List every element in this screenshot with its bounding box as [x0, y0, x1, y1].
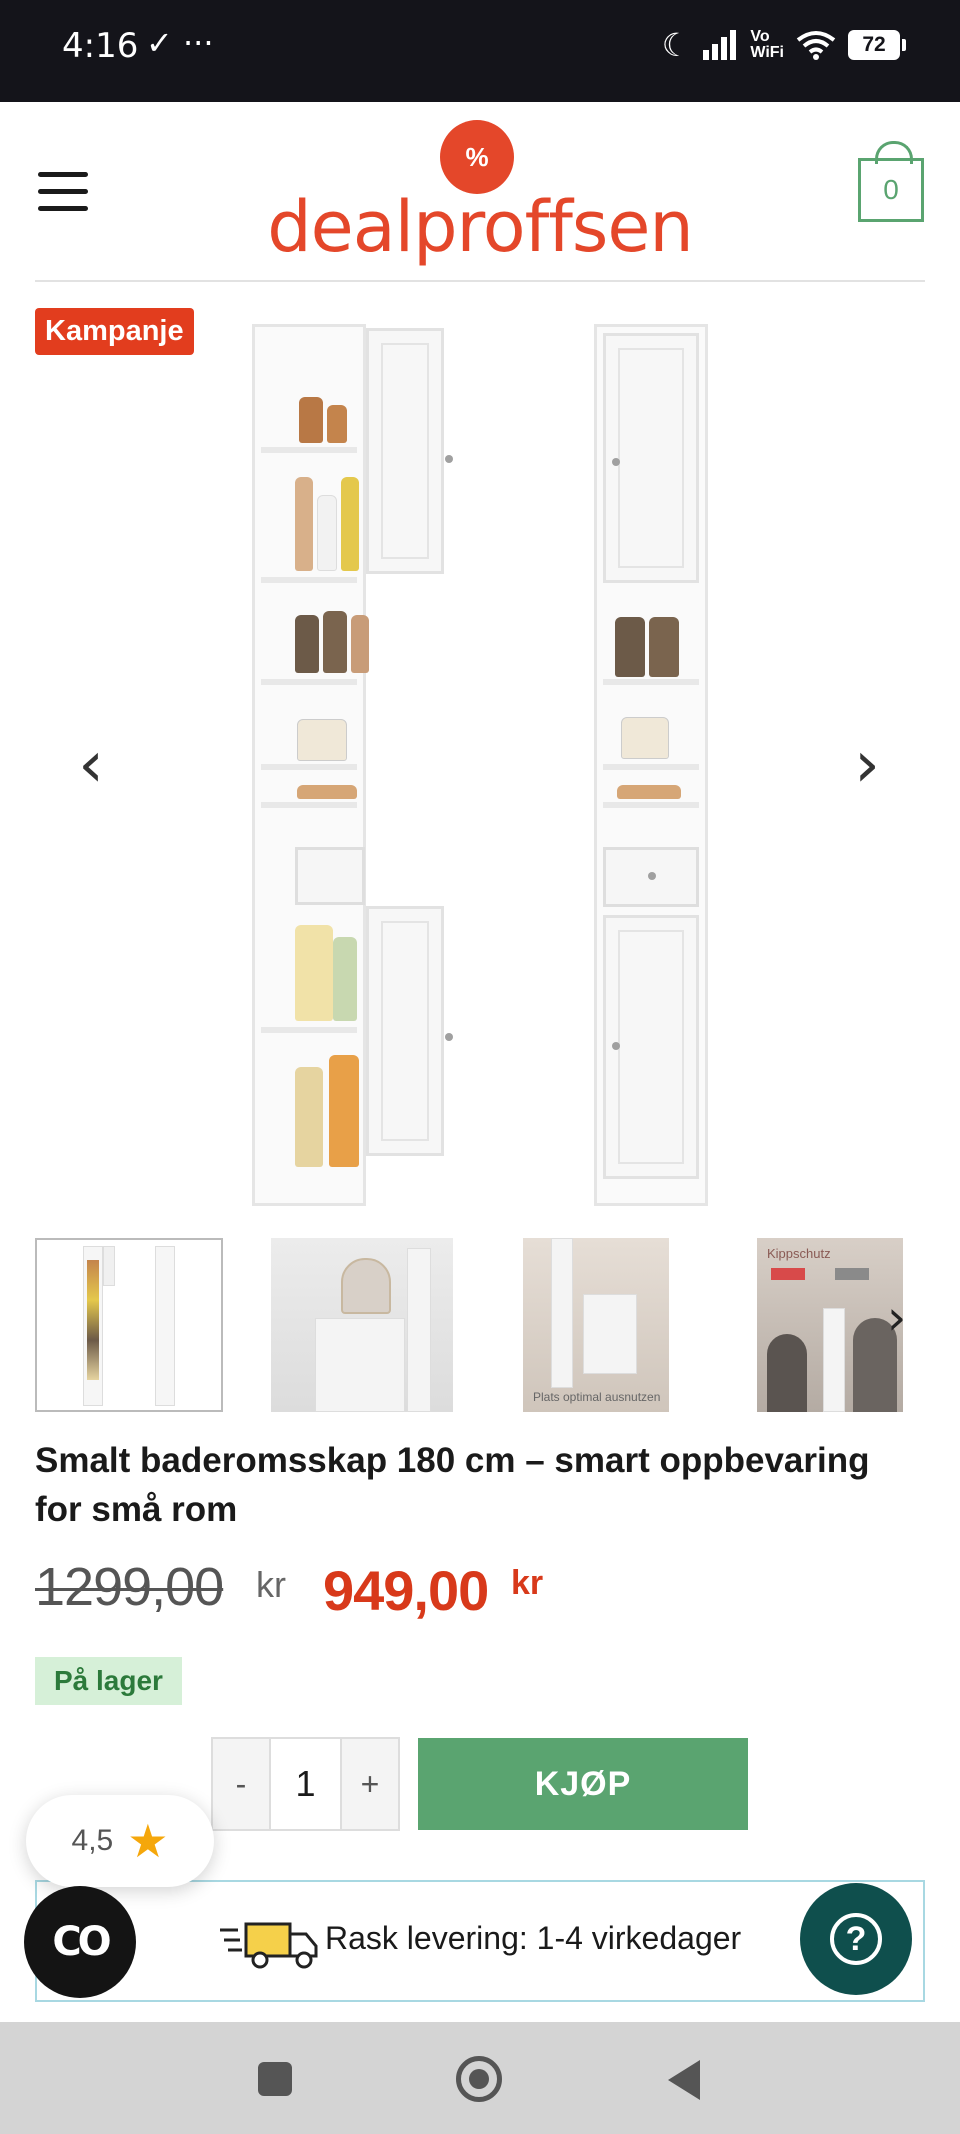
logo-text: dealproffsen [267, 186, 694, 268]
notification-icons: ✓ ··· [146, 24, 214, 62]
vowifi-icon: Vo WiFi [750, 28, 784, 61]
cart-count: 0 [883, 174, 899, 205]
signal-icon [703, 30, 737, 60]
co-widget-button[interactable]: CO [24, 1886, 136, 1998]
logo-tag-icon: % [440, 120, 514, 194]
thumbnail-strip: Plats optimal ausnutzen Kippschutz › [35, 1238, 925, 1414]
system-navigation-bar [0, 2022, 960, 2134]
old-price-currency: kr [256, 1564, 286, 1605]
quantity-input[interactable]: 1 [269, 1739, 342, 1829]
co-logo-icon: CO [52, 1919, 111, 1965]
logo[interactable]: % dealproffsen [264, 120, 696, 280]
sale-price-currency: kr [511, 1564, 544, 1602]
question-icon: ? [830, 1913, 882, 1965]
divider [35, 280, 925, 282]
stock-badge: På lager [35, 1657, 182, 1705]
back-icon[interactable] [668, 2060, 700, 2100]
rating-widget[interactable]: 4,5 ★ [26, 1795, 214, 1887]
delivery-text: Rask levering: 1-4 virkedager [325, 1920, 742, 1956]
battery-icon: 72 [848, 30, 906, 60]
menu-icon[interactable] [38, 172, 88, 212]
old-price: 1299,00 [35, 1557, 224, 1617]
quantity-stepper: - 1 + [211, 1737, 400, 1831]
status-icons: ☾ Vo WiFi 72 [661, 26, 906, 64]
increase-quantity-button[interactable]: + [342, 1739, 398, 1829]
delivery-info: Rask levering: 1-4 virkedager [35, 1880, 925, 2002]
decrease-quantity-button[interactable]: - [213, 1739, 269, 1829]
home-icon[interactable] [456, 2056, 502, 2102]
buy-button[interactable]: KJØP [418, 1738, 748, 1830]
product-title: Smalt baderomsskap 180 cm – smart oppbev… [35, 1441, 870, 1529]
chevron-right-icon[interactable]: › [887, 1290, 906, 1346]
help-button[interactable]: ? [800, 1883, 912, 1995]
delivery-truck-icon [220, 1922, 318, 1969]
thumbnail-caption: Kippschutz [767, 1246, 831, 1261]
chevron-right-icon[interactable]: › [842, 730, 892, 800]
moon-icon: ☾ [661, 26, 691, 64]
status-bar: 4:16 ✓ ··· ☾ Vo WiFi 72 [0, 0, 960, 102]
thumbnail[interactable] [35, 1238, 223, 1412]
sale-price: 949,00 [323, 1559, 489, 1622]
thumbnail[interactable]: Kippschutz [757, 1238, 903, 1412]
thumbnail[interactable]: Plats optimal ausnutzen [523, 1238, 669, 1412]
product-image-gallery[interactable]: ‹ › [0, 310, 960, 1210]
clock: 4:16 [62, 26, 139, 66]
wifi-icon [796, 31, 836, 60]
rating-value: 4,5 [71, 1824, 114, 1857]
thumbnail[interactable] [271, 1238, 453, 1412]
recent-apps-icon[interactable] [258, 2062, 292, 2096]
cart-button[interactable]: 0 [858, 141, 924, 222]
chevron-left-icon[interactable]: ‹ [66, 730, 116, 800]
site-header: % dealproffsen 0 [0, 102, 960, 282]
star-icon: ★ [127, 1815, 169, 1867]
thumbnail-caption: Plats optimal ausnutzen [533, 1390, 661, 1404]
campaign-badge: Kampanje [35, 308, 194, 355]
